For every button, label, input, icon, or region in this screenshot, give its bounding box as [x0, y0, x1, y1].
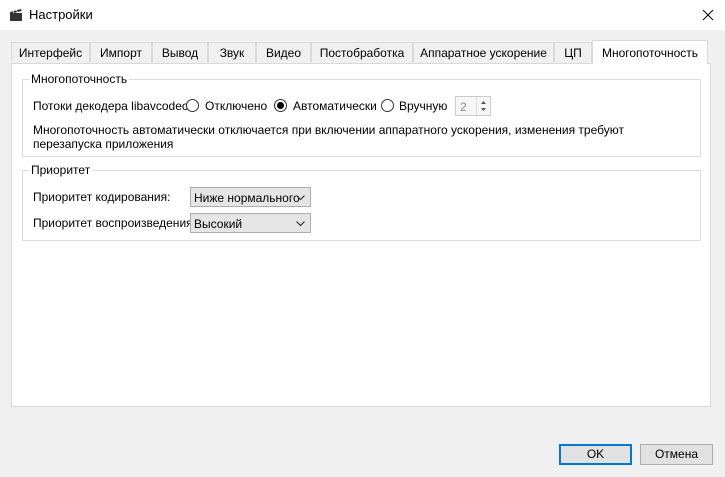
- thread-count-value: 2: [460, 100, 467, 114]
- decoder-threads-label: Потоки декодера libavcodec:: [33, 99, 192, 113]
- close-icon: [702, 9, 714, 21]
- playback-priority-value: Высокий: [194, 217, 243, 231]
- encoding-priority-value: Ниже нормального: [194, 191, 300, 205]
- radio-automatic-label[interactable]: Автоматически: [293, 99, 377, 113]
- ok-button[interactable]: OK: [559, 444, 632, 465]
- multithreading-group-title: Многопоточность: [29, 72, 130, 86]
- close-button[interactable]: [691, 0, 725, 30]
- tab-interface[interactable]: Интерфейс: [11, 42, 90, 62]
- priority-group: Приоритет Приоритет кодирования: Ниже но…: [22, 163, 701, 241]
- tab-video[interactable]: Видео: [256, 42, 311, 62]
- tab-import[interactable]: Импорт: [90, 42, 152, 62]
- tab-panel: Многопоточность Потоки декодера libavcod…: [11, 63, 711, 407]
- playback-priority-select[interactable]: Высокий: [190, 213, 311, 233]
- radio-automatic[interactable]: [274, 99, 287, 112]
- multithreading-note: Многопоточность автоматически отключаетс…: [33, 123, 624, 151]
- chevron-down-icon: [296, 221, 305, 227]
- title-bar: Настройки: [0, 0, 725, 30]
- window-title: Настройки: [29, 7, 93, 22]
- radio-disabled[interactable]: [186, 99, 199, 112]
- tab-multithreading[interactable]: Многопоточность: [592, 40, 708, 64]
- clapperboard-icon: [9, 8, 23, 22]
- cancel-button[interactable]: Отмена: [640, 444, 713, 465]
- tab-postprocessing[interactable]: Постобработка: [311, 42, 413, 62]
- tab-cpu[interactable]: ЦП: [554, 42, 592, 62]
- radio-manual[interactable]: [381, 99, 394, 112]
- tab-output[interactable]: Вывод: [152, 42, 208, 62]
- multithreading-group: Многопоточность Потоки декодера libavcod…: [22, 72, 701, 157]
- encoding-priority-select[interactable]: Ниже нормального: [190, 187, 311, 207]
- thread-count-stepper[interactable]: 2: [455, 96, 491, 116]
- stepper-arrows-icon[interactable]: [476, 97, 490, 115]
- tab-audio[interactable]: Звук: [208, 42, 256, 62]
- radio-manual-label[interactable]: Вручную: [399, 99, 447, 113]
- playback-priority-label: Приоритет воспроизведения:: [33, 216, 196, 230]
- priority-group-title: Приоритет: [29, 163, 93, 177]
- radio-disabled-label[interactable]: Отключено: [205, 99, 267, 113]
- encoding-priority-label: Приоритет кодирования:: [33, 190, 171, 204]
- chevron-down-icon: [296, 195, 305, 201]
- tab-hw-acceleration[interactable]: Аппаратное ускорение: [413, 42, 554, 62]
